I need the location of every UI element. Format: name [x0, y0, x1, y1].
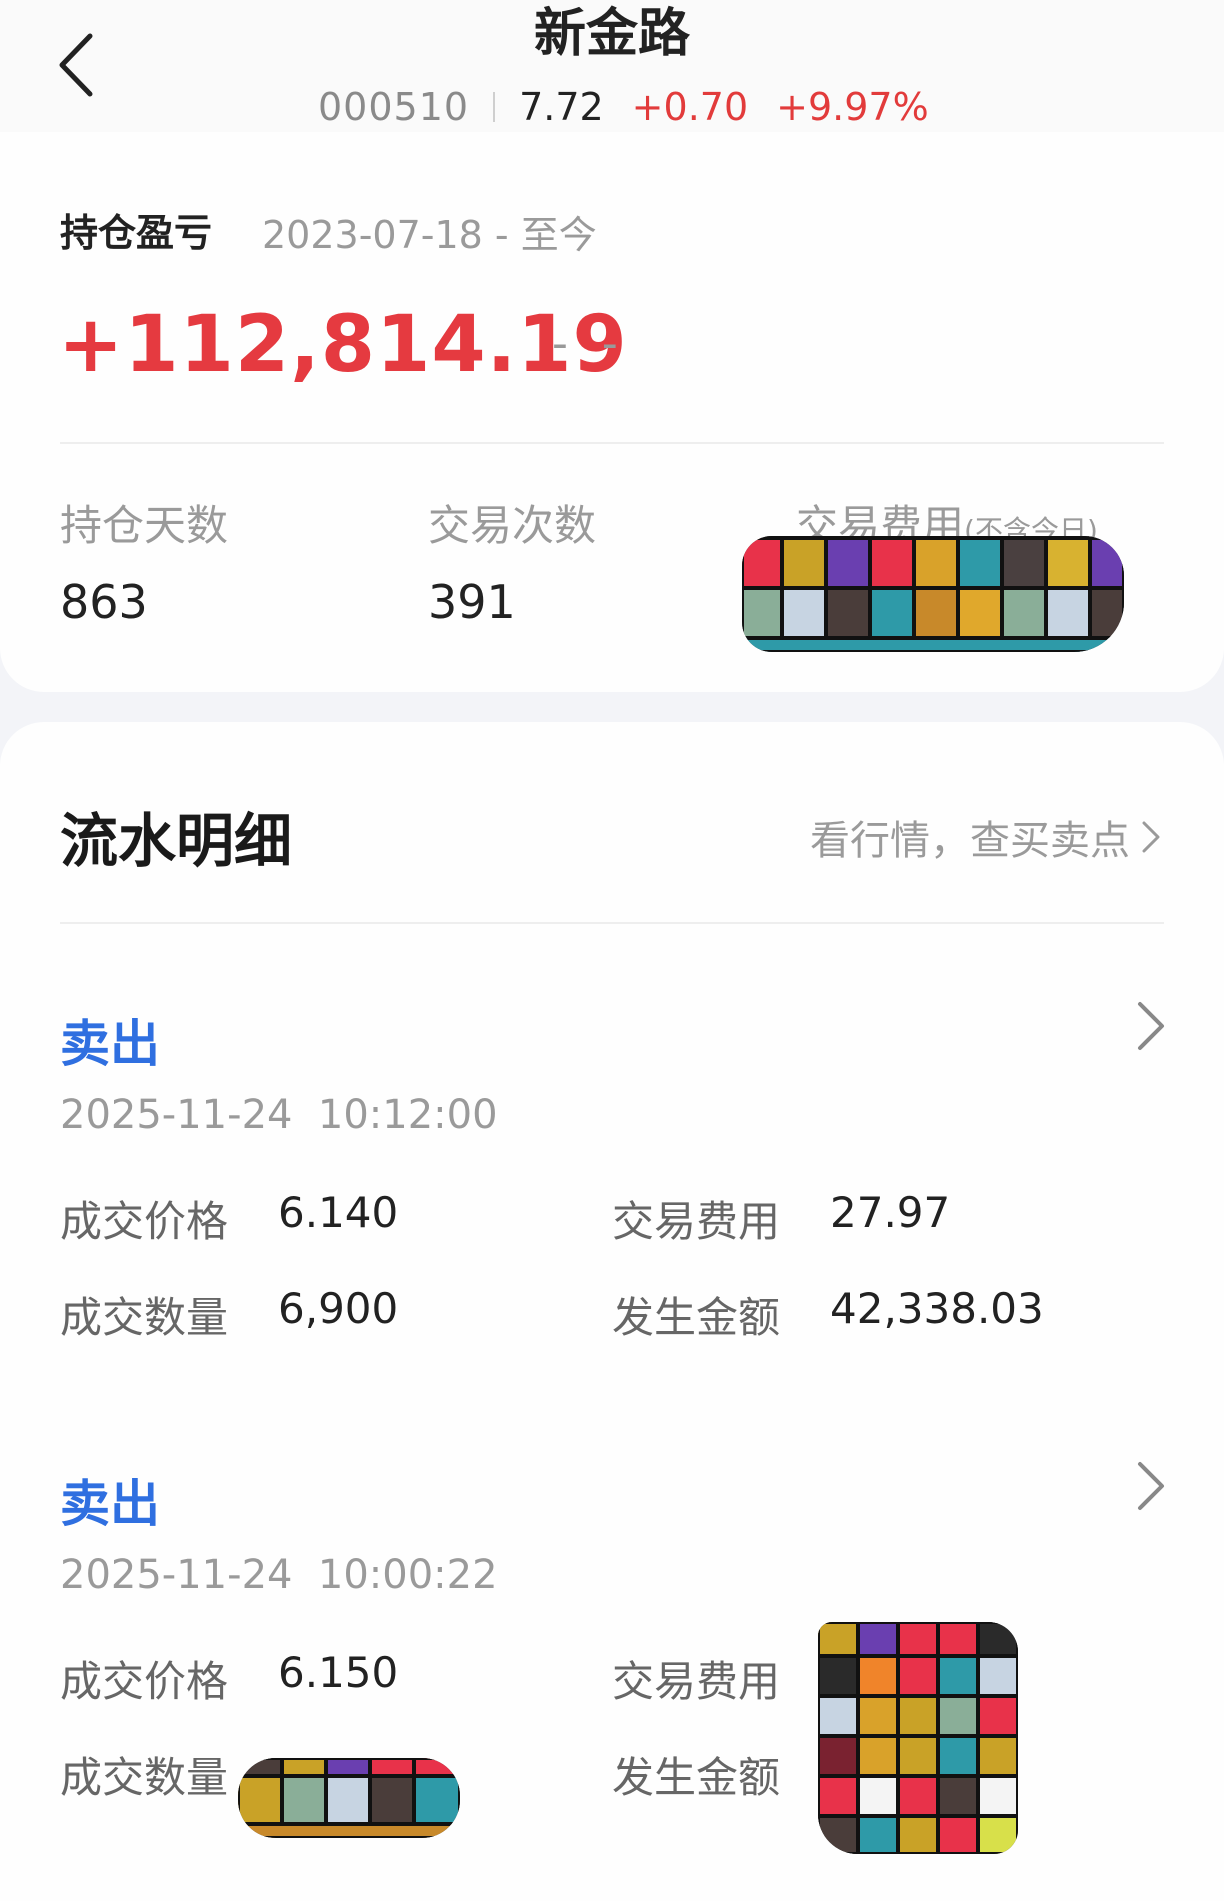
stock-code: 000510 [318, 85, 470, 129]
price-value: 6.150 [278, 1648, 399, 1697]
redaction-mosaic [238, 1758, 460, 1838]
divider [60, 442, 1164, 444]
flow-detail-title: 流水明细 [60, 807, 293, 875]
stock-header: 新金路 000510 7.72 +0.70 +9.97% [0, 0, 1224, 132]
price-value: 6.140 [278, 1188, 399, 1237]
redaction-mosaic [818, 1622, 1018, 1854]
stock-name: 新金路 [533, 4, 690, 64]
market-link[interactable]: 看行情，查买卖点 [810, 808, 1162, 866]
quantity-label: 成交数量 [60, 1753, 229, 1802]
holding-period: 2023-07-18 - 至今 [262, 213, 597, 257]
transaction-time: 10:12:00 [317, 1092, 498, 1138]
quote-row: 000510 7.72 +0.70 +9.97% [318, 82, 929, 132]
mosaic-pattern-icon [742, 536, 1124, 652]
stock-price: 7.72 [519, 85, 604, 129]
transaction-datetime: 2025-11-24 10:00:22 [60, 1552, 498, 1598]
price-label: 成交价格 [60, 1197, 229, 1246]
amount-value: 42,338.03 [830, 1284, 1044, 1333]
stat-value: 863 [60, 575, 148, 629]
quantity-label: 成交数量 [60, 1293, 229, 1342]
mosaic-pattern-icon [818, 1622, 1018, 1854]
fee-value: 27.97 [830, 1188, 951, 1237]
chevron-right-icon[interactable] [1134, 1458, 1168, 1514]
flow-detail-card: 流水明细 看行情，查买卖点 卖出 2025-11-24 10:12:00 成交价… [0, 722, 1224, 1901]
fee-label: 交易费用 [612, 1197, 781, 1246]
stat-holding-days: 持仓天数 863 [60, 492, 228, 629]
holding-pnl-value: +112,814.19 [58, 300, 628, 390]
transaction-datetime: 2025-11-24 10:12:00 [60, 1092, 498, 1138]
amount-label: 发生金额 [612, 1753, 781, 1802]
holding-pnl-label: 持仓盈亏 [60, 211, 213, 255]
transaction-time: 10:00:22 [317, 1552, 498, 1598]
stat-label: 持仓天数 [60, 501, 229, 550]
mosaic-pattern-icon [238, 1758, 460, 1838]
transaction-type: 卖出 [60, 1015, 160, 1073]
divider [60, 922, 1164, 924]
transaction-item[interactable]: 卖出 2025-11-24 10:12:00 成交价格 6.140 交易费用 2… [0, 1002, 1224, 1404]
chevron-right-icon [1142, 821, 1160, 853]
transaction-item[interactable]: 卖出 2025-11-24 10:00:22 成交价格 6.150 交易费用 成… [0, 1462, 1224, 1864]
quote-separator [493, 92, 496, 122]
stat-label: 交易次数 [428, 501, 597, 550]
price-change: +0.70 [631, 85, 749, 129]
price-label: 成交价格 [60, 1657, 229, 1706]
price-change-percent: +9.97% [776, 85, 929, 129]
redaction-mosaic [742, 536, 1124, 652]
amount-label: 发生金额 [612, 1293, 781, 1342]
market-link-label: 看行情，查买卖点 [810, 818, 1130, 864]
fee-label: 交易费用 [612, 1657, 781, 1706]
stat-trade-count: 交易次数 391 [428, 492, 596, 629]
quantity-value: 6,900 [278, 1284, 399, 1333]
transaction-date: 2025-11-24 [60, 1092, 293, 1138]
pnl-percent-placeholder: - - [552, 318, 628, 369]
transaction-date: 2025-11-24 [60, 1552, 293, 1598]
transaction-type: 卖出 [60, 1475, 160, 1533]
holding-pnl-card: 持仓盈亏 2023-07-18 - 至今 +112,814.19 - - 持仓天… [0, 132, 1224, 692]
stat-value: 391 [428, 575, 516, 629]
chevron-right-icon[interactable] [1134, 998, 1168, 1054]
